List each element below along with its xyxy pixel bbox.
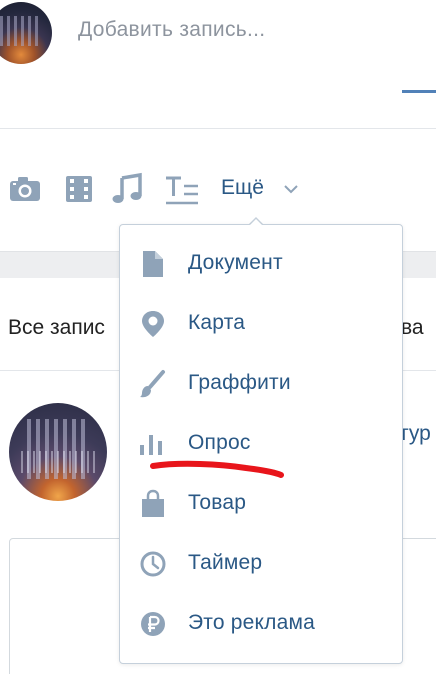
menu-item-label: Граффити	[188, 371, 291, 394]
annotation-underline	[150, 458, 284, 486]
document-icon	[139, 249, 167, 279]
divider	[0, 128, 436, 129]
music-icon[interactable]	[110, 172, 144, 206]
tab-all-posts[interactable]: Все запис	[8, 316, 105, 340]
menu-item-map[interactable]: Карта	[120, 295, 402, 353]
avatar[interactable]	[0, 2, 52, 64]
menu-item-graffiti[interactable]: Граффити	[120, 355, 402, 413]
text-format-icon[interactable]	[165, 172, 199, 206]
map-pin-icon	[139, 309, 167, 339]
shopping-bag-icon	[139, 489, 167, 519]
tab-secondary[interactable]: ва	[401, 316, 424, 340]
poll-icon	[139, 429, 167, 459]
menu-item-label: Товар	[188, 491, 247, 514]
menu-item-label: Это реклама	[188, 611, 316, 634]
menu-item-document[interactable]: Документ	[120, 235, 402, 293]
camera-icon[interactable]	[8, 172, 42, 206]
chevron-down-icon[interactable]	[283, 182, 299, 196]
post-author-link[interactable]: тур	[399, 422, 431, 446]
menu-item-label: Таймер	[188, 551, 263, 574]
clock-icon	[139, 549, 167, 579]
video-icon[interactable]	[62, 172, 96, 206]
dropdown-pointer-fill	[249, 219, 263, 226]
avatar-image-detail	[21, 451, 95, 473]
menu-item-label: Документ	[188, 251, 283, 274]
brush-icon	[139, 369, 167, 399]
attachment-toolbar: Ещё	[0, 160, 436, 216]
menu-item-label: Карта	[188, 311, 246, 334]
ruble-icon	[139, 609, 167, 639]
more-button[interactable]: Ещё	[221, 176, 264, 200]
menu-item-label: Опрос	[188, 431, 251, 454]
new-post-input[interactable]: Добавить запись...	[78, 18, 265, 42]
more-dropdown-menu: Документ Карта Граффити Опрос Товар Тайм…	[119, 224, 403, 664]
menu-item-advertisement[interactable]: Это реклама	[120, 595, 402, 653]
post-author-avatar[interactable]	[9, 403, 107, 501]
menu-item-timer[interactable]: Таймер	[120, 535, 402, 593]
post-composer: Добавить запись...	[0, 0, 436, 128]
active-tab-indicator	[402, 90, 436, 93]
page: Добавить запись... Ещё Все запис ва тур …	[0, 0, 436, 674]
